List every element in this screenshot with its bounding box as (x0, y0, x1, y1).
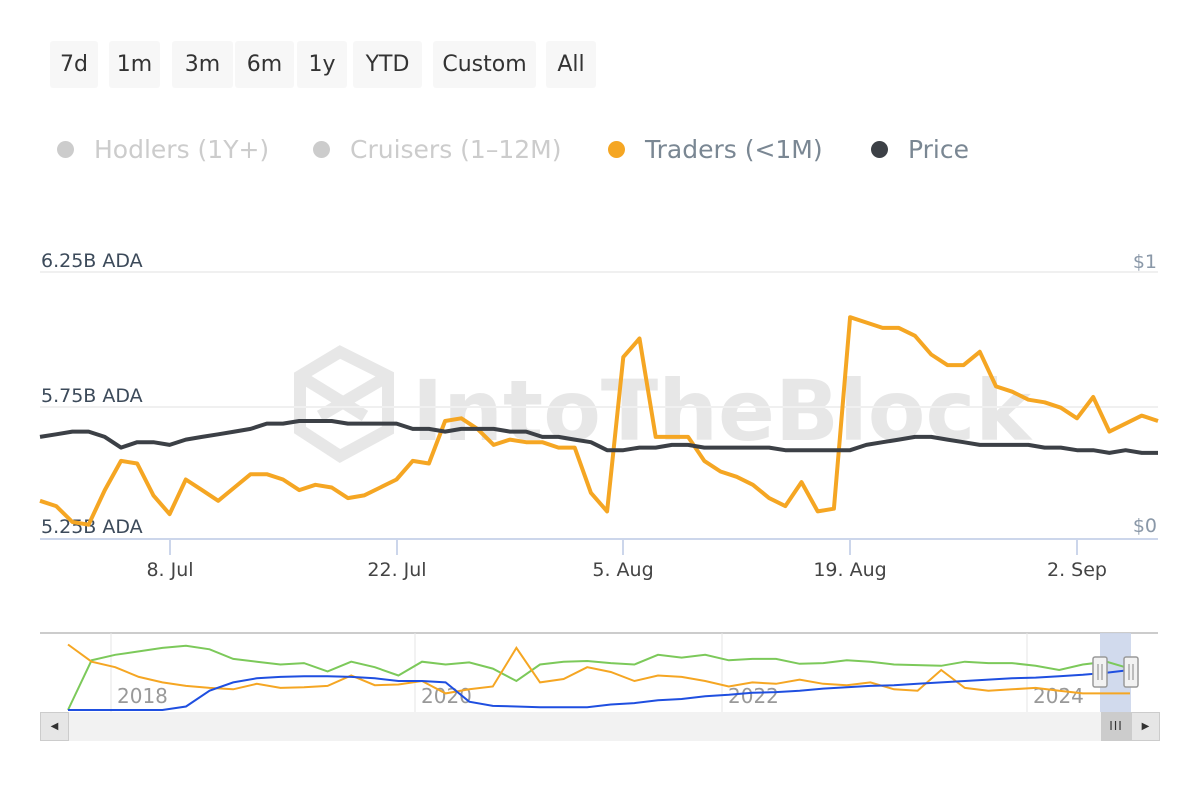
watermark-logo-icon (294, 345, 394, 463)
scrollbar-right-button[interactable]: ▶ (1131, 712, 1160, 741)
left-axis: 6.25B ADA5.75B ADA5.25B ADA (41, 250, 143, 538)
arrow-left-icon: ◀ (50, 721, 59, 732)
x-axis: 8. Jul 22. Jul 5. Aug 19. Aug 2. Sep (40, 538, 1158, 581)
x-axis-tick-label: 5. Aug (592, 559, 653, 581)
navigator-series-traders-1m (67, 643, 1130, 695)
chart-container: 7d 1m 3m 6m 1y YTD Custom All Hodlers (1… (0, 0, 1200, 800)
navigator-handle-right[interactable] (1123, 656, 1139, 688)
navigator[interactable]: 2018 2020 2022 2024 (40, 632, 1158, 712)
navigator-tick-label: 2020 (421, 684, 472, 708)
scrollbar-left-button[interactable]: ◀ (40, 712, 69, 741)
navigator-tick-label: 2018 (117, 684, 168, 708)
x-axis-tick-label: 22. Jul (367, 559, 426, 581)
x-axis-tick-label: 8. Jul (146, 559, 193, 581)
left-axis-tick: 5.75B ADA (41, 385, 143, 407)
arrow-right-icon: ▶ (1141, 721, 1150, 732)
navigator-series-hodlers-supply-blue (68, 669, 1131, 711)
x-axis-tick-label: 2. Sep (1047, 559, 1107, 581)
right-axis: $1 $0 (1133, 251, 1157, 537)
navigator-series-hodlers-1y (67, 644, 1131, 711)
main-chart: IntoTheBlock 6.25B ADA5.75B ADA5.25B ADA… (39, 250, 1159, 712)
navigator-tick-label: 2022 (728, 684, 779, 708)
left-axis-tick: 6.25B ADA (41, 250, 143, 272)
navigator-handle-left[interactable] (1092, 656, 1108, 688)
right-axis-tick: $1 (1133, 251, 1157, 273)
scrollbar-thumb[interactable]: III (1101, 712, 1131, 741)
scrollbar[interactable]: ◀ III ▶ (40, 712, 1160, 741)
x-axis-tick-label: 19. Aug (813, 559, 886, 581)
grip-icon: III (1109, 719, 1123, 733)
right-axis-tick: $0 (1133, 515, 1157, 537)
watermark-text: IntoTheBlock (412, 362, 1033, 460)
